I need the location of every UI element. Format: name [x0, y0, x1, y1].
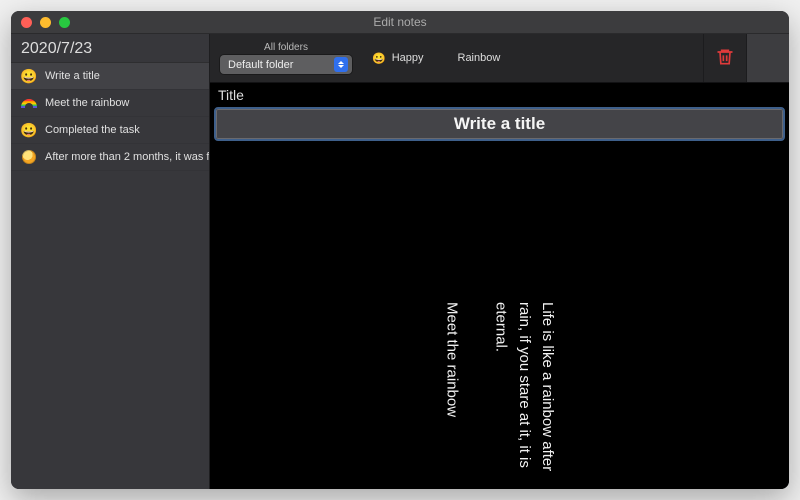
happy-icon: 😀: [372, 52, 386, 65]
traffic-lights: [11, 17, 70, 28]
note-item[interactable]: Meet the rainbow: [11, 90, 209, 117]
happy-icon: 😀: [21, 68, 37, 84]
app-window: Edit notes 2020/7/23 😀 Write a title Mee…: [11, 11, 789, 489]
folder-block: All folders Default folder: [220, 42, 352, 74]
note-content[interactable]: Meet the rainbow Life is like a rainbow …: [210, 292, 789, 489]
title-field-label: Title: [216, 87, 244, 103]
app-body: 2020/7/23 😀 Write a title Meet the rainb…: [11, 34, 789, 489]
delete-button[interactable]: [703, 34, 746, 82]
tag-happy[interactable]: 😀 Happy: [372, 52, 424, 65]
note-column: Life is like a rainbow after rain, if yo…: [489, 302, 559, 479]
window-title: Edit notes: [11, 15, 789, 29]
tag-label: Happy: [392, 52, 424, 64]
note-item-label: After more than 2 months, it was finally: [45, 151, 209, 163]
main-panel: All folders Default folder 😀 Happy: [210, 34, 789, 489]
note-item-label: Meet the rainbow: [45, 97, 129, 109]
maximize-icon[interactable]: [59, 17, 70, 28]
rainbow-icon: [21, 95, 37, 111]
minimize-icon[interactable]: [40, 17, 51, 28]
action-buttons: [703, 34, 789, 82]
happy-icon: 😀: [21, 122, 37, 138]
confirm-button[interactable]: [746, 34, 789, 82]
date-header: 2020/7/23: [11, 34, 209, 63]
note-item[interactable]: After more than 2 months, it was finally: [11, 144, 209, 171]
folder-selected-value: Default folder: [228, 59, 293, 71]
tag-label: Rainbow: [458, 52, 501, 64]
sun-icon: [21, 149, 37, 165]
note-item-label: Completed the task: [45, 124, 140, 136]
note-item[interactable]: 😀 Completed the task: [11, 117, 209, 144]
editor-area: Title Write a title Meet the rainbow Lif…: [210, 83, 789, 489]
note-item[interactable]: 😀 Write a title: [11, 63, 209, 90]
tag-list: 😀 Happy Rainbow: [372, 52, 500, 65]
folder-select[interactable]: Default folder: [220, 55, 352, 74]
folder-section-label: All folders: [264, 42, 308, 53]
note-list: 😀 Write a title Meet the rainbow 😀 Compl…: [11, 63, 209, 489]
title-input[interactable]: Write a title: [216, 109, 783, 139]
editor-topbar: All folders Default folder 😀 Happy: [210, 34, 789, 83]
sidebar: 2020/7/23 😀 Write a title Meet the rainb…: [11, 34, 210, 489]
trash-icon: [715, 46, 735, 71]
note-item-label: Write a title: [45, 70, 100, 82]
note-column: Meet the rainbow: [440, 302, 463, 479]
tag-rainbow[interactable]: Rainbow: [452, 52, 501, 64]
close-icon[interactable]: [21, 17, 32, 28]
chevron-up-down-icon: [334, 57, 348, 72]
title-row: Title: [210, 83, 789, 107]
titlebar: Edit notes: [11, 11, 789, 34]
